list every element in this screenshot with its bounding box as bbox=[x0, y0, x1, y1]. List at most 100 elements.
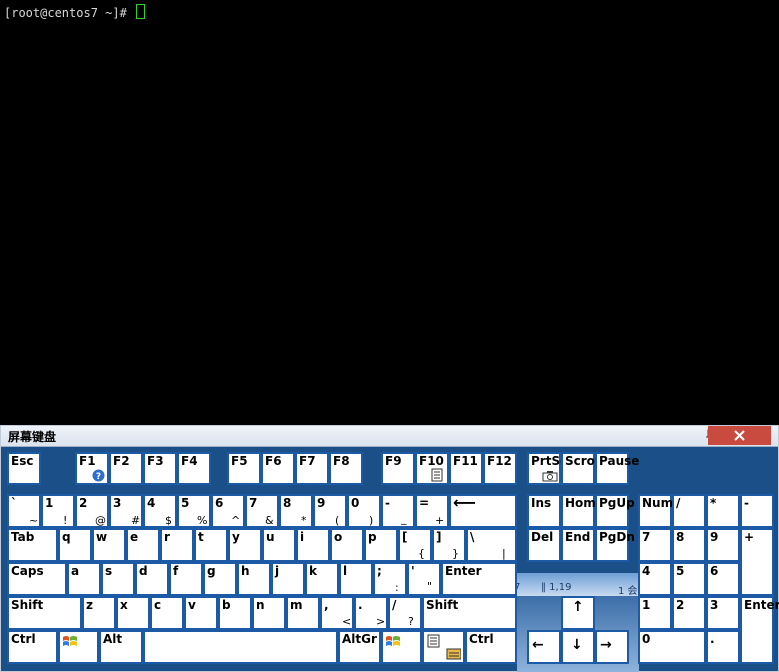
key-comma[interactable]: , < bbox=[320, 596, 354, 630]
key-u[interactable]: u bbox=[262, 528, 296, 562]
key-n[interactable]: n bbox=[252, 596, 286, 630]
key-numpad-7[interactable]: 7 bbox=[638, 528, 672, 562]
key-right-shift[interactable]: Shift bbox=[422, 596, 517, 630]
key-5[interactable]: 5% bbox=[177, 494, 211, 528]
key-f12[interactable]: F12 bbox=[483, 452, 517, 485]
key-f9[interactable]: F9 bbox=[381, 452, 415, 485]
key-numlock[interactable]: NumL bbox=[638, 494, 681, 528]
key-f1[interactable]: F1? bbox=[75, 452, 109, 485]
key-1[interactable]: 1! bbox=[41, 494, 75, 528]
key-x[interactable]: x bbox=[116, 596, 150, 630]
key-right-bracket[interactable]: ]} bbox=[432, 528, 466, 562]
key-h[interactable]: h bbox=[237, 562, 271, 596]
key-f6[interactable]: F6 bbox=[261, 452, 295, 485]
key-f10[interactable]: F10 bbox=[415, 452, 449, 485]
key-i[interactable]: i bbox=[296, 528, 330, 562]
key-7[interactable]: 7 & bbox=[245, 494, 279, 528]
key-o[interactable]: o bbox=[330, 528, 364, 562]
key-v[interactable]: v bbox=[184, 596, 218, 630]
key-semicolon[interactable]: ;: bbox=[373, 562, 407, 596]
key-period[interactable]: . > bbox=[354, 596, 388, 630]
key-f11[interactable]: F11 bbox=[449, 452, 483, 485]
key-f8[interactable]: F8 bbox=[329, 452, 363, 485]
key-numpad-4[interactable]: 4 bbox=[638, 562, 672, 596]
key-z[interactable]: z bbox=[82, 596, 116, 630]
key-r[interactable]: r bbox=[160, 528, 194, 562]
key-numpad-multiply[interactable]: * bbox=[706, 494, 740, 528]
key-prtsc[interactable]: PrtSc bbox=[527, 452, 567, 485]
key-space[interactable] bbox=[143, 630, 338, 664]
key-numpad-5[interactable]: 5 bbox=[672, 562, 706, 596]
key-enter[interactable]: Enter bbox=[441, 562, 517, 596]
key-numpad-0[interactable]: 0 bbox=[638, 630, 706, 664]
key-c[interactable]: c bbox=[150, 596, 184, 630]
keyboard-titlebar[interactable]: 屏幕键盘 bbox=[1, 426, 778, 447]
key-home[interactable]: Home bbox=[561, 494, 604, 528]
key-right-ctrl[interactable]: Ctrl bbox=[465, 630, 517, 664]
key-left-shift[interactable]: Shift bbox=[7, 596, 82, 630]
key-g[interactable]: g bbox=[203, 562, 237, 596]
key-numpad-2[interactable]: 2 bbox=[672, 596, 706, 630]
key-quote[interactable]: ' " bbox=[407, 562, 441, 596]
key-pgdn[interactable]: PgDn bbox=[595, 528, 635, 562]
key-right[interactable]: → bbox=[595, 630, 629, 664]
key-del[interactable]: Del bbox=[527, 528, 561, 562]
key-right-windows[interactable] bbox=[381, 630, 422, 664]
key-pause[interactable]: Pause bbox=[595, 452, 639, 485]
key-down[interactable]: ↓ bbox=[561, 630, 595, 664]
key-numpad-enter[interactable]: Enter bbox=[740, 596, 779, 664]
key-numpad-6[interactable]: 6 bbox=[706, 562, 740, 596]
key-numpad-divide[interactable]: / bbox=[672, 494, 706, 528]
key-altgr[interactable]: AltGr bbox=[338, 630, 381, 664]
key-backtick[interactable]: ` ~ bbox=[7, 494, 41, 528]
key-0[interactable]: 0) bbox=[347, 494, 381, 528]
key-w[interactable]: w bbox=[92, 528, 126, 562]
key-equal[interactable]: = + bbox=[415, 494, 449, 528]
key-left[interactable]: ← bbox=[527, 630, 561, 664]
key-up[interactable]: ↑ bbox=[561, 596, 595, 630]
key-alt[interactable]: Alt bbox=[99, 630, 143, 664]
key-numpad-1[interactable]: 1 bbox=[638, 596, 672, 630]
key-numpad-decimal[interactable]: . bbox=[706, 630, 740, 664]
key-numpad-subtract[interactable]: - bbox=[740, 494, 774, 528]
key-f4[interactable]: F4 bbox=[177, 452, 211, 485]
key-t[interactable]: t bbox=[194, 528, 228, 562]
key-ins[interactable]: Ins bbox=[527, 494, 561, 528]
key-2[interactable]: 2 @ bbox=[75, 494, 109, 528]
terminal-window[interactable]: [root@centos7 ~]# bbox=[0, 0, 779, 425]
key-left-bracket[interactable]: [{ bbox=[398, 528, 432, 562]
key-backslash[interactable]: \ | bbox=[466, 528, 517, 562]
key-q[interactable]: q bbox=[58, 528, 92, 562]
key-tab[interactable]: Tab bbox=[7, 528, 58, 562]
key-numpad-3[interactable]: 3 bbox=[706, 596, 740, 630]
key-esc[interactable]: Esc bbox=[7, 452, 41, 485]
key-s[interactable]: s bbox=[101, 562, 135, 596]
key-left-windows[interactable] bbox=[58, 630, 99, 664]
key-4[interactable]: 4 $ bbox=[143, 494, 177, 528]
key-f5[interactable]: F5 bbox=[227, 452, 261, 485]
key-caps[interactable]: Caps bbox=[7, 562, 67, 596]
key-d[interactable]: d bbox=[135, 562, 169, 596]
key-left-ctrl[interactable]: Ctrl bbox=[7, 630, 58, 664]
key-numpad-8[interactable]: 8 bbox=[672, 528, 706, 562]
key-pgup[interactable]: PgUp bbox=[595, 494, 635, 528]
key-e[interactable]: e bbox=[126, 528, 160, 562]
key-j[interactable]: j bbox=[271, 562, 305, 596]
key-8[interactable]: 8 * bbox=[279, 494, 313, 528]
key-menu[interactable] bbox=[422, 630, 465, 664]
key-9[interactable]: 9( bbox=[313, 494, 347, 528]
key-f3[interactable]: F3 bbox=[143, 452, 177, 485]
close-button[interactable] bbox=[708, 426, 771, 445]
key-6[interactable]: 6 ^ bbox=[211, 494, 245, 528]
key-f2[interactable]: F2 bbox=[109, 452, 143, 485]
key-f[interactable]: f bbox=[169, 562, 203, 596]
key-end[interactable]: End bbox=[561, 528, 595, 562]
key-3[interactable]: 3 # bbox=[109, 494, 143, 528]
key-scroll[interactable]: Scrol bbox=[561, 452, 599, 485]
key-slash[interactable]: /? bbox=[388, 596, 422, 630]
key-numpad-add[interactable]: + bbox=[740, 528, 774, 596]
key-f7[interactable]: F7 bbox=[295, 452, 329, 485]
key-numpad-9[interactable]: 9 bbox=[706, 528, 740, 562]
key-k[interactable]: k bbox=[305, 562, 339, 596]
key-m[interactable]: m bbox=[286, 596, 320, 630]
